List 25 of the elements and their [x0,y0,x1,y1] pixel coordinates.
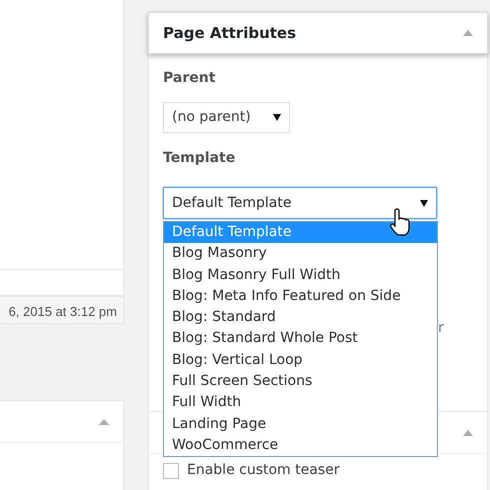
parent-select[interactable]: (no parent) [163,102,290,133]
dropdown-option[interactable]: Blog: Standard [164,307,437,328]
template-select[interactable]: Default Template [163,187,437,219]
publish-date: 6, 2015 at 3:12 pm [8,304,117,319]
dropdown-option[interactable]: Blog Masonry Full Width [164,264,437,286]
template-label: Template [163,149,236,168]
dropdown-arrow-icon [420,200,428,206]
checkbox[interactable] [163,462,179,478]
dropdown-option[interactable]: Blog: Standard Whole Post [164,328,437,350]
dropdown-option[interactable]: Blog Masonry [164,243,437,265]
dropdown-option[interactable]: Blog: Meta Info Featured on Side [164,286,437,308]
dropdown-option[interactable]: Full Screen Sections [164,371,437,392]
checkbox-label: Enable custom teaser [187,461,340,480]
collapse-icon[interactable] [99,418,109,424]
dropdown-option[interactable]: WooCommerce [164,434,437,456]
dropdown-arrow-icon [273,114,281,121]
panel-header[interactable]: Page Attributes [148,12,488,54]
dropdown-option[interactable]: Blog: Vertical Loop [164,350,437,372]
partial-text: r [438,319,444,338]
collapse-icon[interactable] [463,430,473,436]
panel-title: Page Attributes [163,22,296,44]
dropdown-option[interactable]: Landing Page [164,414,437,435]
dropdown-option[interactable]: Full Width [164,392,437,414]
collapse-icon[interactable] [463,30,473,36]
parent-label: Parent [163,69,216,88]
